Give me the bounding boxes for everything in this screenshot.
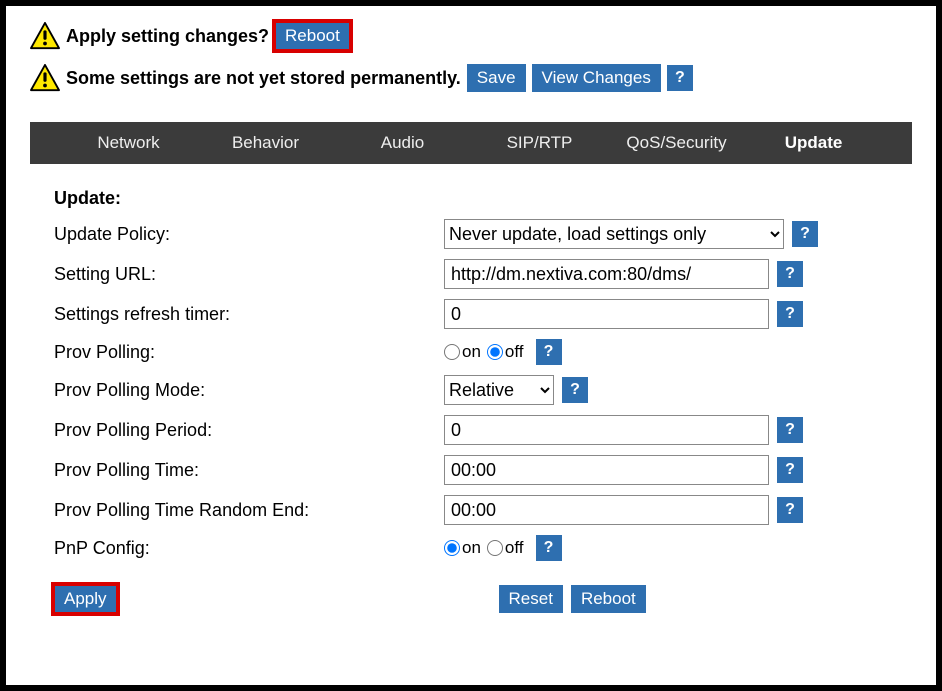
pnp-config-radio-group: on off	[444, 538, 528, 558]
help-icon[interactable]: ?	[777, 417, 803, 443]
section-title: Update:	[54, 188, 902, 209]
label-setting-url: Setting URL:	[54, 264, 444, 285]
prov-polling-off-radio[interactable]	[487, 344, 503, 360]
row-setting-url: Setting URL: ?	[54, 259, 902, 289]
form-content: Update: Update Policy: Never update, loa…	[30, 164, 912, 613]
label-update-policy: Update Policy:	[54, 224, 444, 245]
radio-label-off: off	[505, 538, 524, 558]
alert-text: Some settings are not yet stored permane…	[66, 68, 461, 89]
radio-label-on: on	[462, 342, 481, 362]
prov-polling-mode-select[interactable]: Relative	[444, 375, 554, 405]
reset-button[interactable]: Reset	[499, 585, 563, 613]
label-prov-polling-time-random-end: Prov Polling Time Random End:	[54, 500, 444, 521]
label-prov-polling-mode: Prov Polling Mode:	[54, 380, 444, 401]
refresh-timer-input[interactable]	[444, 299, 769, 329]
help-icon[interactable]: ?	[536, 535, 562, 561]
view-changes-button[interactable]: View Changes	[532, 64, 661, 92]
tab-qos-security[interactable]: QoS/Security	[608, 133, 745, 153]
help-icon[interactable]: ?	[536, 339, 562, 365]
row-prov-polling-time: Prov Polling Time: ?	[54, 455, 902, 485]
setting-url-input[interactable]	[444, 259, 769, 289]
help-icon[interactable]: ?	[777, 261, 803, 287]
save-button[interactable]: Save	[467, 64, 526, 92]
row-refresh-timer: Settings refresh timer: ?	[54, 299, 902, 329]
prov-polling-time-input[interactable]	[444, 455, 769, 485]
help-icon[interactable]: ?	[777, 301, 803, 327]
tab-behavior[interactable]: Behavior	[197, 133, 334, 153]
alert-apply-changes: Apply setting changes? Reboot	[30, 22, 912, 50]
help-icon[interactable]: ?	[777, 457, 803, 483]
row-prov-polling-time-random-end: Prov Polling Time Random End: ?	[54, 495, 902, 525]
help-icon[interactable]: ?	[792, 221, 818, 247]
row-prov-polling-period: Prov Polling Period: ?	[54, 415, 902, 445]
apply-button[interactable]: Apply	[54, 585, 117, 613]
alert-text: Apply setting changes?	[66, 26, 269, 47]
label-pnp-config: PnP Config:	[54, 538, 444, 559]
row-prov-polling: Prov Polling: on off ?	[54, 339, 902, 365]
row-pnp-config: PnP Config: on off ?	[54, 535, 902, 561]
page-container: Apply setting changes? Reboot Some setti…	[6, 6, 936, 685]
alert-not-stored: Some settings are not yet stored permane…	[30, 64, 912, 92]
help-icon[interactable]: ?	[777, 497, 803, 523]
prov-polling-radio-group: on off	[444, 342, 528, 362]
tab-sip-rtp[interactable]: SIP/RTP	[471, 133, 608, 153]
radio-label-on: on	[462, 538, 481, 558]
bottom-actions: Apply Reset Reboot	[54, 585, 902, 613]
tab-update[interactable]: Update	[745, 133, 882, 153]
tab-bar: Network Behavior Audio SIP/RTP QoS/Secur…	[30, 122, 912, 164]
pnp-config-on-radio[interactable]	[444, 540, 460, 556]
reboot-button[interactable]: Reboot	[275, 22, 350, 50]
label-refresh-timer: Settings refresh timer:	[54, 304, 444, 325]
tab-network[interactable]: Network	[60, 133, 197, 153]
help-icon[interactable]: ?	[562, 377, 588, 403]
update-policy-select[interactable]: Never update, load settings only	[444, 219, 784, 249]
warning-icon	[30, 64, 60, 92]
label-prov-polling: Prov Polling:	[54, 342, 444, 363]
label-prov-polling-time: Prov Polling Time:	[54, 460, 444, 481]
pnp-config-off-radio[interactable]	[487, 540, 503, 556]
prov-polling-period-input[interactable]	[444, 415, 769, 445]
label-prov-polling-period: Prov Polling Period:	[54, 420, 444, 441]
tab-audio[interactable]: Audio	[334, 133, 471, 153]
row-update-policy: Update Policy: Never update, load settin…	[54, 219, 902, 249]
radio-label-off: off	[505, 342, 524, 362]
help-icon[interactable]: ?	[667, 65, 693, 91]
reboot-button-bottom[interactable]: Reboot	[571, 585, 646, 613]
prov-polling-on-radio[interactable]	[444, 344, 460, 360]
row-prov-polling-mode: Prov Polling Mode: Relative ?	[54, 375, 902, 405]
prov-polling-time-random-end-input[interactable]	[444, 495, 769, 525]
warning-icon	[30, 22, 60, 50]
